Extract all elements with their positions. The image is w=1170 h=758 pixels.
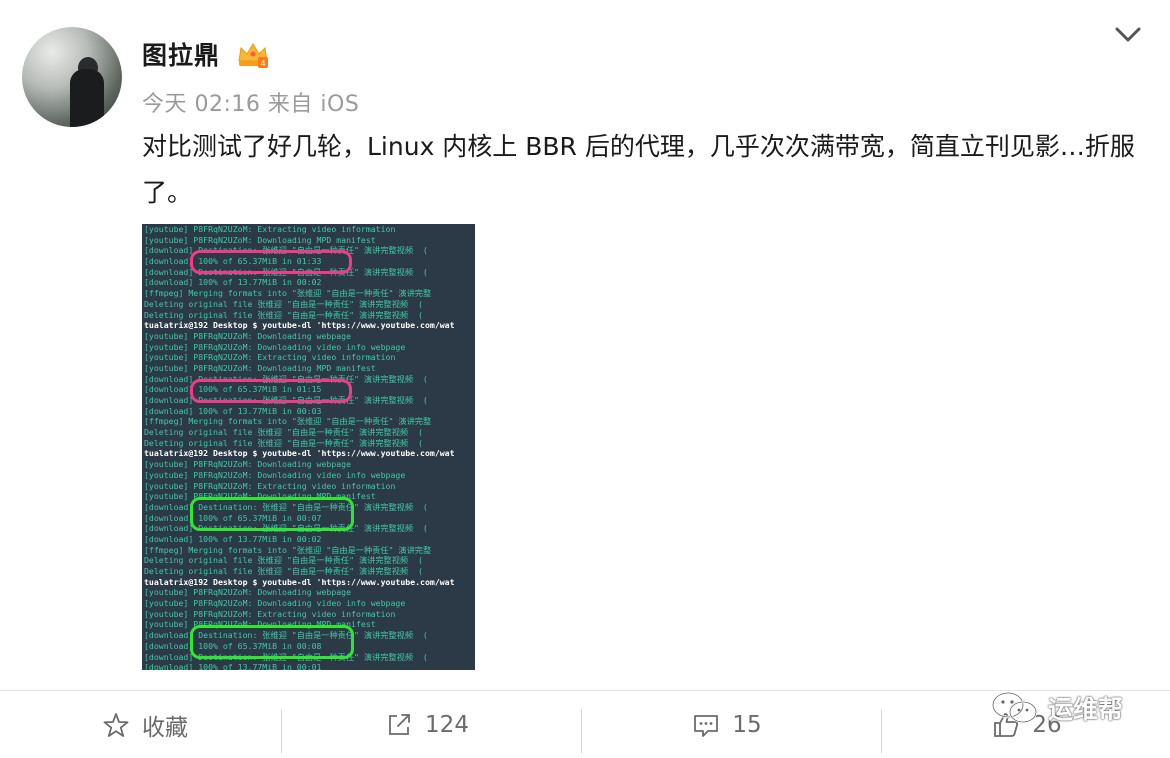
comment-button[interactable]: 15 xyxy=(582,691,872,758)
terminal-line: Deleting original file 张维迎 "自由是一种责任" 演讲完… xyxy=(144,309,423,320)
username[interactable]: 图拉鼎 xyxy=(142,36,220,72)
svg-text:4: 4 xyxy=(260,59,265,68)
avatar[interactable] xyxy=(22,27,122,127)
terminal-line: [download] 100% of 13.77MiB in 00:02 xyxy=(144,533,322,544)
terminal-line: Deleting original file 张维迎 "自由是一种责任" 演讲完… xyxy=(144,566,423,576)
terminal-line: [youtube] P8FRqN2UZoM: Downloading MPD m… xyxy=(144,234,376,245)
terminal-line: Deleting original file 张维迎 "自由是一种责任" 演讲完… xyxy=(144,427,423,438)
favorite-label: 收藏 xyxy=(142,714,188,741)
terminal-line: [youtube] P8FRqN2UZoM: Downloading webpa… xyxy=(144,459,352,470)
terminal-line: [youtube] P8FRqN2UZoM: Downloading webpa… xyxy=(144,587,352,598)
terminal-line: tualatrix@192 Desktop $ youtube-dl 'http… xyxy=(144,320,455,331)
terminal-line: [youtube] P8FRqN2UZoM: Downloading MPD m… xyxy=(144,362,376,373)
terminal-line: [download] 100% of 13.77MiB in 00:02 xyxy=(144,277,322,288)
watermark: 运维帮 xyxy=(990,688,1123,728)
terminal-line: Deleting original file 张维迎 "自由是一种责任" 演讲完… xyxy=(144,437,423,448)
terminal-line: [youtube] P8FRqN2UZoM: Downloading video… xyxy=(144,341,406,352)
post-text: 对比测试了好几轮，Linux 内核上 BBR 后的代理，几乎次次满带宽，简直立刊… xyxy=(142,132,1135,207)
share-icon xyxy=(389,713,410,735)
terminal-line: [youtube] P8FRqN2UZoM: Extracting video … xyxy=(144,352,396,363)
terminal-screenshot[interactable]: [youtube] P8FRqN2UZoM: Extracting video … xyxy=(142,224,475,670)
avatar-figure-body xyxy=(70,69,104,127)
terminal-line: [youtube] P8FRqN2UZoM: Extracting video … xyxy=(144,224,396,234)
watermark-text: 运维帮 xyxy=(1048,695,1124,724)
slow-download-highlight xyxy=(190,250,352,275)
fast-download-highlight xyxy=(190,625,354,660)
terminal-line: [download] 100% of 13.77MiB in 00:01 xyxy=(144,662,322,670)
terminal-line: [youtube] P8FRqN2UZoM: Downloading video… xyxy=(144,469,406,480)
post-source: 来自 iOS xyxy=(267,92,360,117)
repost-button[interactable]: 124 xyxy=(282,691,572,758)
terminal-line: Deleting original file 张维迎 "自由是一种责任" 演讲完… xyxy=(144,555,423,566)
terminal-line: [ffmpeg] Merging formats into "张维迎 "自由是一… xyxy=(144,544,432,555)
terminal-line: Deleting original file 张维迎 "自由是一种责任" 演讲完… xyxy=(144,298,423,309)
repost-count: 124 xyxy=(425,711,469,738)
comment-icon xyxy=(694,714,719,737)
terminal-line: [ffmpeg] Merging formats into "张维迎 "自由是一… xyxy=(144,288,432,299)
post-timestamp[interactable]: 今天 02:16 xyxy=(142,92,260,117)
terminal-line: [download] 100% of 13.77MiB in 00:03 xyxy=(144,405,322,416)
terminal-line: [youtube] P8FRqN2UZoM: Downloading video… xyxy=(144,598,406,609)
terminal-line: [youtube] P8FRqN2UZoM: Downloading webpa… xyxy=(144,330,352,341)
comment-count: 15 xyxy=(732,711,762,738)
post-meta: 今天 02:16 来自 iOS xyxy=(142,86,359,118)
terminal-line: [ffmpeg] Merging formats into "张维迎 "自由是一… xyxy=(144,416,432,427)
fast-download-highlight xyxy=(190,496,354,531)
terminal-line: [youtube] P8FRqN2UZoM: Extracting video … xyxy=(144,480,396,491)
terminal-line: tualatrix@192 Desktop $ youtube-dl 'http… xyxy=(144,448,455,459)
star-icon xyxy=(103,712,129,737)
vip-crown-icon[interactable]: 4 xyxy=(236,41,270,69)
wechat-icon xyxy=(991,691,1038,724)
terminal-line: tualatrix@192 Desktop $ youtube-dl 'http… xyxy=(144,576,455,587)
favorite-button[interactable]: 收藏 xyxy=(0,691,290,758)
slow-download-highlight xyxy=(190,378,352,403)
terminal-line: [youtube] P8FRqN2UZoM: Extracting video … xyxy=(144,608,396,619)
chevron-down-icon[interactable] xyxy=(1114,26,1142,44)
